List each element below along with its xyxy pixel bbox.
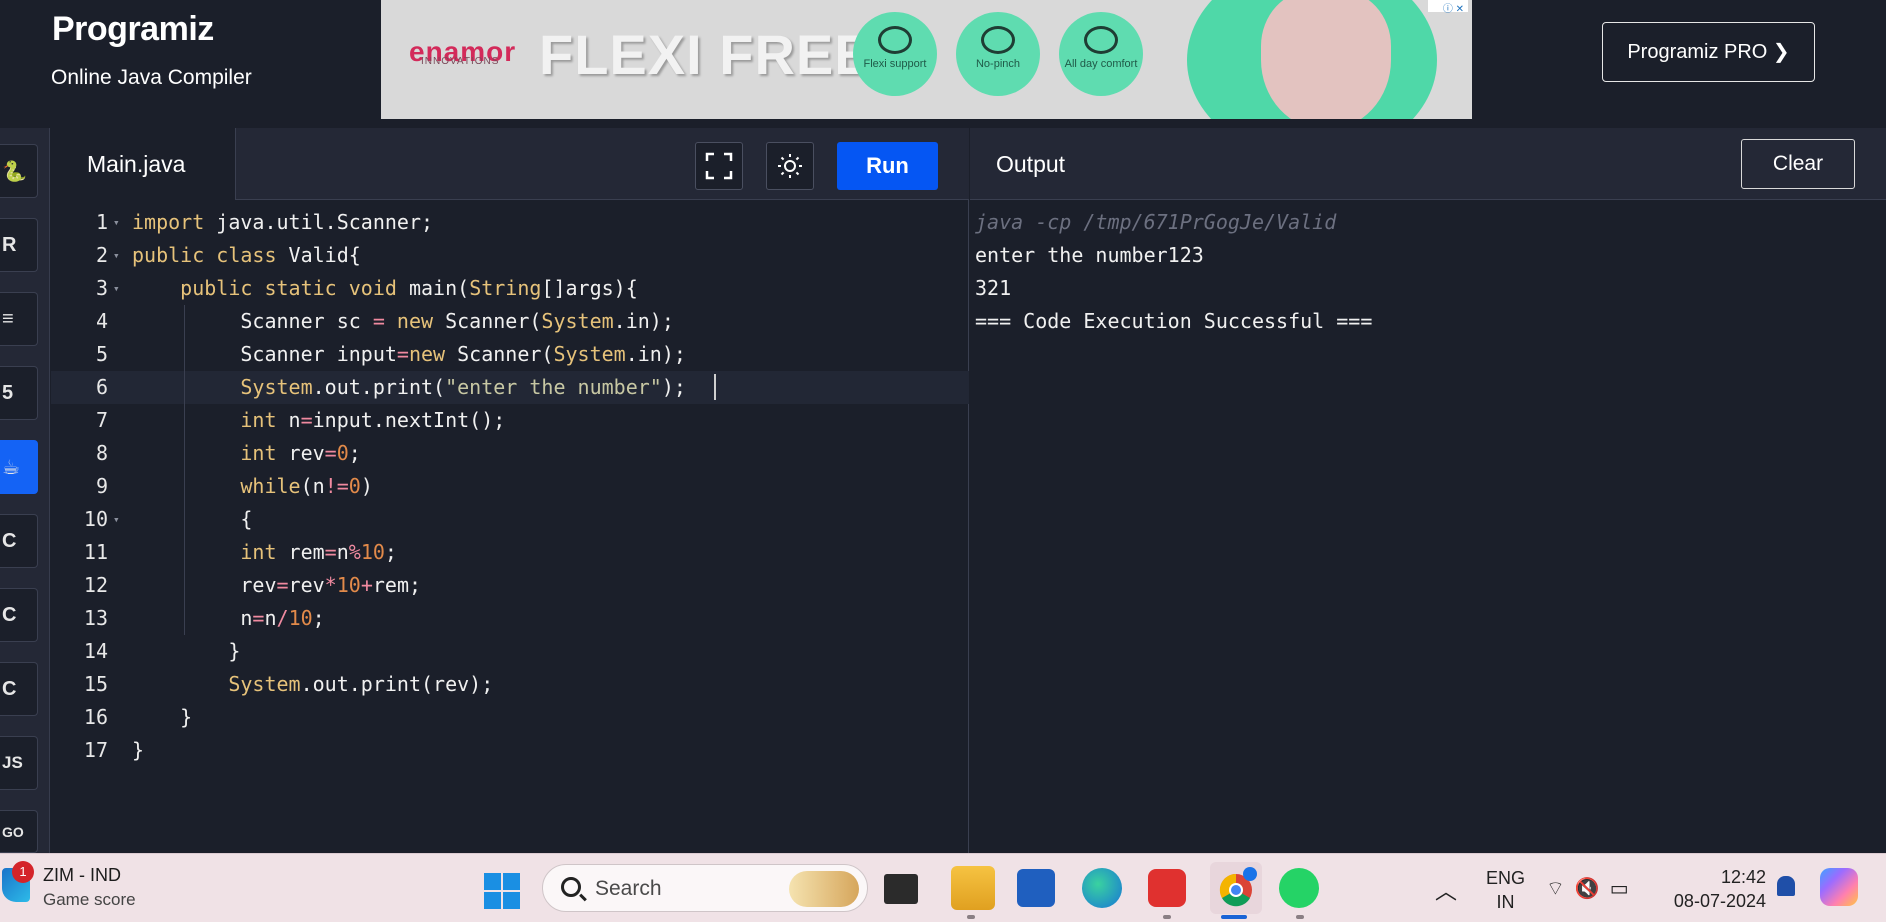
code-line[interactable]: 3 ▾ public static void main(String[]args)… [51, 272, 969, 305]
ad-badge: All day comfort [1059, 12, 1143, 96]
code-line[interactable]: 11 int rem=n%10; [51, 536, 969, 569]
edge-browser-icon[interactable] [1082, 868, 1122, 908]
output-title: Output [996, 151, 1066, 177]
app-running-indicator [967, 915, 975, 919]
code-line[interactable]: 9 while(n!=0) [51, 470, 969, 503]
cpp-icon[interactable]: C [0, 588, 38, 642]
csharp-icon[interactable]: C [0, 662, 38, 716]
code-line[interactable]: 12 rev=rev*10+rem; [51, 569, 969, 602]
output-line: === Code Execution Successful === [975, 309, 1373, 333]
python-icon[interactable]: 🐍 [0, 144, 38, 198]
ad-badge: Flexi support [853, 12, 937, 96]
code-line[interactable]: 8 int rev=0; [51, 437, 969, 470]
theme-toggle-icon[interactable] [766, 142, 814, 190]
javascript-icon[interactable]: JS [0, 736, 38, 790]
windows-taskbar: 1 ZIM - IND Game score Search ︿ ENG IN ⌔🔇… [0, 853, 1886, 922]
whatsapp-icon[interactable] [1279, 868, 1319, 908]
programiz-logo[interactable]: Programiz [52, 10, 214, 49]
widget-title[interactable]: ZIM - IND [43, 865, 121, 886]
volume-muted-icon[interactable]: 🔇 [1575, 878, 1610, 900]
output-toolbar: Output Clear [970, 128, 1886, 200]
code-line[interactable]: 2 ▾ public class Valid{ [51, 239, 969, 272]
code-editor-panel: Main.java Run 1 ▾ import java.util.Scanner… [51, 128, 969, 853]
task-view-icon[interactable] [884, 874, 918, 904]
notification-badge: 1 [12, 861, 34, 883]
chrome-active-tile[interactable] [1210, 862, 1262, 914]
ad-headline: FLEXI FREE [539, 23, 873, 86]
battery-icon[interactable]: ▭ [1610, 878, 1639, 900]
file-explorer-icon[interactable] [951, 866, 995, 910]
system-tray-icons[interactable]: ⌔🔇▭ [1546, 876, 1639, 901]
copilot-icon[interactable] [1820, 868, 1858, 906]
search-placeholder: Search [595, 877, 662, 900]
code-line[interactable]: 5 Scanner input=new Scanner(System.in); [51, 338, 969, 371]
run-button[interactable]: Run [837, 142, 938, 190]
wps-office-icon[interactable] [1148, 869, 1186, 907]
taskbar-search-box[interactable]: Search [542, 864, 868, 912]
programiz-pro-button[interactable]: Programiz PRO ❯ [1602, 22, 1815, 82]
clear-button[interactable]: Clear [1741, 139, 1855, 189]
output-command-line: java -cp /tmp/671PrGogJe/Valid [975, 210, 1337, 234]
c-icon[interactable]: C [0, 514, 38, 568]
language-sidebar: 🐍 R ≡ 5 ☕ C C C JS GO [0, 128, 50, 853]
code-line[interactable]: 4 Scanner sc = new Scanner(System.in); [51, 305, 969, 338]
site-header: Programiz Online Java Compiler enamor IN… [0, 0, 1886, 128]
app-active-indicator [1221, 915, 1247, 919]
code-line[interactable]: 15 System.out.print(rev); [51, 668, 969, 701]
code-area[interactable]: 1 ▾ import java.util.Scanner; 2 ▾ public cla… [51, 200, 969, 853]
code-line[interactable]: 14 } [51, 635, 969, 668]
search-highlight-image [789, 871, 859, 907]
editor-toolbar: Main.java Run [51, 128, 969, 200]
code-line[interactable]: 16 } [51, 701, 969, 734]
code-line[interactable]: 10 ▾ { [51, 503, 969, 536]
tab-main-java[interactable]: Main.java [51, 128, 236, 200]
microsoft-store-icon[interactable] [1017, 869, 1055, 907]
fullscreen-icon[interactable] [695, 142, 743, 190]
ad-badge: No-pinch [956, 12, 1040, 96]
clock[interactable]: 12:42 08-07-2024 [1668, 865, 1766, 913]
code-line[interactable]: 1 ▾ import java.util.Scanner; [51, 206, 969, 239]
r-icon[interactable]: R [0, 218, 38, 272]
go-icon[interactable]: GO [0, 810, 38, 853]
output-panel: Output Clear java -cp /tmp/671PrGogJe/Va… [970, 128, 1886, 853]
code-line-active[interactable]: 6 System.out.print("enter the number"); [51, 371, 969, 404]
text-cursor [714, 374, 716, 400]
show-hidden-icons-chevron-icon[interactable]: ︿ [1435, 874, 1457, 906]
language-indicator[interactable]: ENG IN [1486, 866, 1525, 914]
ad-model-image [1261, 0, 1391, 119]
code-line[interactable]: 17} [51, 734, 969, 767]
database-icon[interactable]: ≡ [0, 292, 38, 346]
html-icon[interactable]: 5 [0, 366, 38, 420]
badge-icon [878, 26, 912, 54]
badge-icon [981, 26, 1015, 54]
app-running-indicator [1296, 915, 1304, 919]
code-line[interactable]: 7 int n=input.nextInt(); [51, 404, 969, 437]
advertisement-banner[interactable]: enamor INNOVATIONS FLEXI FREE Flexi supp… [381, 0, 1472, 119]
app-running-indicator [1163, 915, 1171, 919]
wifi-icon[interactable]: ⌔ [1546, 878, 1575, 900]
ad-brand-sub: INNOVATIONS [421, 56, 500, 67]
output-line: enter the number123 [975, 243, 1204, 267]
page-subtitle: Online Java Compiler [51, 66, 252, 89]
notification-bell-icon[interactable] [1777, 876, 1795, 896]
widget-subtitle[interactable]: Game score [43, 890, 136, 910]
ad-close-icon[interactable]: ⓘ ✕ [1428, 0, 1468, 15]
output-line: 321 [975, 276, 1012, 300]
search-icon [561, 877, 581, 897]
java-icon[interactable]: ☕ [0, 440, 38, 494]
code-line[interactable]: 13 n=n/10; [51, 602, 969, 635]
windows-start-icon[interactable] [484, 873, 520, 909]
badge-icon [1084, 26, 1118, 54]
